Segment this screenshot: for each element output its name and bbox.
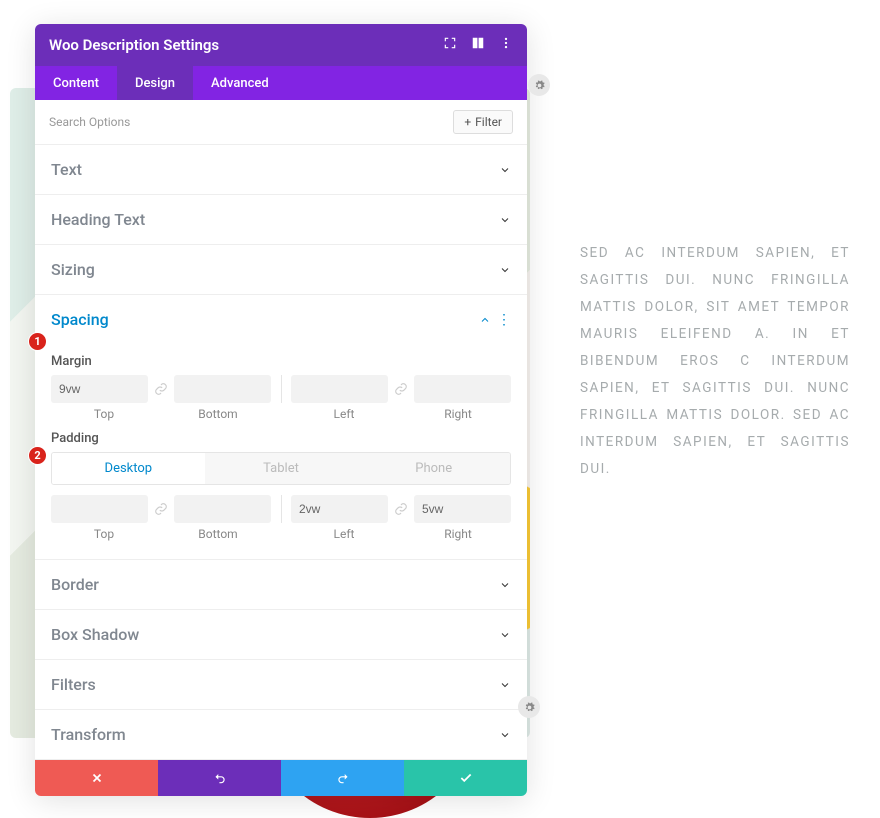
columns-icon[interactable] (471, 36, 485, 54)
annotation-bubble-1: 1 (28, 332, 47, 351)
chevron-down-icon (499, 164, 511, 176)
tab-content[interactable]: Content (35, 66, 117, 100)
device-tabs: Desktop Tablet Phone (51, 452, 511, 485)
plus-icon: + (464, 115, 471, 129)
chevron-down-icon (499, 629, 511, 641)
tab-design[interactable]: Design (117, 66, 193, 100)
action-bar (35, 760, 527, 796)
link-icon[interactable] (152, 382, 170, 396)
section-text: Text (35, 145, 527, 195)
section-border: Border (35, 560, 527, 610)
expand-icon[interactable] (443, 36, 457, 54)
chevron-down-icon (499, 729, 511, 741)
settings-panel: Woo Description Settings Content Design … (35, 24, 527, 796)
chevron-down-icon (499, 264, 511, 276)
link-icon[interactable] (152, 502, 170, 516)
link-icon[interactable] (392, 382, 410, 396)
kebab-icon[interactable]: ⋮ (497, 312, 511, 328)
margin-top-input[interactable] (51, 375, 148, 403)
section-spacing: Spacing ⋮ Margin Top Bottom Left Righ (35, 295, 527, 560)
padding-right-input[interactable] (414, 495, 511, 523)
margin-left-input[interactable] (291, 375, 388, 403)
section-transform: Transform (35, 710, 527, 760)
floating-gear-icon[interactable] (518, 696, 540, 718)
margin-bottom-input[interactable] (174, 375, 271, 403)
search-options[interactable]: Search Options (49, 115, 130, 129)
link-icon[interactable] (392, 502, 410, 516)
device-tab-phone[interactable]: Phone (357, 453, 510, 484)
chevron-up-icon (479, 314, 491, 326)
device-tab-tablet[interactable]: Tablet (205, 453, 358, 484)
tab-advanced[interactable]: Advanced (193, 66, 287, 100)
annotation-bubble-2: 2 (28, 446, 47, 465)
padding-bottom-input[interactable] (174, 495, 271, 523)
filter-button[interactable]: + Filter (453, 110, 513, 134)
undo-button[interactable] (158, 760, 281, 796)
redo-button[interactable] (281, 760, 404, 796)
floating-gear-icon[interactable] (528, 74, 550, 96)
section-filters: Filters (35, 660, 527, 710)
device-tab-desktop[interactable]: Desktop (52, 453, 205, 484)
section-box-shadow: Box Shadow (35, 610, 527, 660)
margin-right-input[interactable] (414, 375, 511, 403)
padding-top-input[interactable] (51, 495, 148, 523)
padding-left-input[interactable] (291, 495, 388, 523)
section-sizing: Sizing (35, 245, 527, 295)
preview-text: SED AC INTERDUM SAPIEN, ET SAGITTIS DUI.… (580, 240, 850, 483)
section-heading-text: Heading Text (35, 195, 527, 245)
panel-header[interactable]: Woo Description Settings (35, 24, 527, 66)
margin-label: Margin (51, 354, 511, 369)
chevron-down-icon (499, 679, 511, 691)
tab-bar: Content Design Advanced (35, 66, 527, 100)
padding-label: Padding (51, 431, 511, 446)
cancel-button[interactable] (35, 760, 158, 796)
chevron-down-icon (499, 579, 511, 591)
panel-title: Woo Description Settings (49, 36, 219, 54)
chevron-down-icon (499, 214, 511, 226)
kebab-icon[interactable] (499, 36, 513, 54)
save-button[interactable] (404, 760, 527, 796)
